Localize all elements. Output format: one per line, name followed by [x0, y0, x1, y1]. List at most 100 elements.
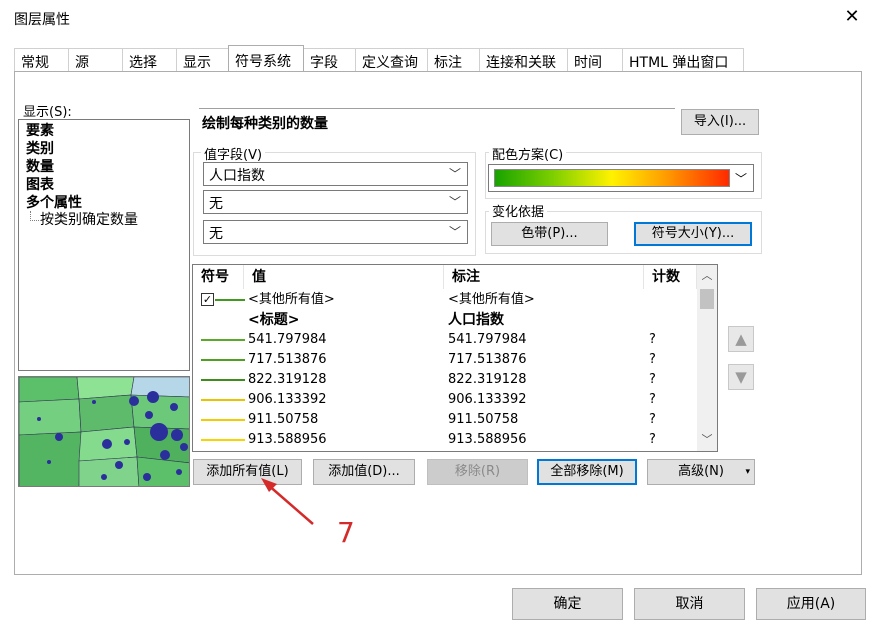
cell-count: ? — [649, 352, 656, 367]
tab-symbology[interactable]: 符号系统 — [228, 45, 304, 71]
window-title: 图层属性 — [14, 12, 70, 28]
cell-label: 906.133392 — [448, 392, 527, 407]
cell-label: 541.797984 — [448, 332, 527, 347]
cell-value: <标题> — [248, 312, 300, 328]
row-checkbox[interactable]: ✓ — [201, 293, 214, 306]
map-preview-image — [18, 376, 190, 487]
cell-label: 911.50758 — [448, 412, 519, 427]
third-field-select[interactable]: 无 ﹀ — [203, 220, 468, 244]
cell-value: 541.797984 — [248, 332, 327, 347]
normalization-select[interactable]: 无 ﹀ — [203, 190, 468, 214]
color-ramp-swatch — [494, 169, 730, 187]
color-band-button[interactable]: 色带(P)... — [491, 222, 608, 246]
symbol-line-swatch[interactable] — [201, 439, 245, 441]
cell-label: 人口指数 — [448, 312, 504, 328]
tab-display[interactable]: 显示 — [176, 48, 229, 71]
annotation-number: 7 — [337, 516, 355, 549]
remove-all-button[interactable]: 全部移除(M) — [537, 459, 637, 485]
description-text: 绘制每种类别的数量 — [199, 108, 675, 134]
normalization-select-value: 无 — [209, 196, 223, 212]
table-row[interactable]: 717.513876 717.513876? — [193, 350, 697, 370]
move-up-icon[interactable]: ▲ — [728, 326, 754, 352]
value-field-select[interactable]: 人口指数 ﹀ — [203, 162, 468, 186]
cell-label: 717.513876 — [448, 352, 527, 367]
symbol-size-button[interactable]: 符号大小(Y)... — [634, 222, 752, 246]
cell-count: ? — [649, 412, 656, 427]
cell-count: ? — [649, 372, 656, 387]
move-down-icon[interactable]: ▼ — [728, 364, 754, 390]
tree-item-categories[interactable]: 类别 — [26, 140, 182, 158]
add-values-button[interactable]: 添加值(D)... — [313, 459, 415, 485]
cell-value: 913.588956 — [248, 432, 327, 447]
scroll-thumb[interactable] — [700, 289, 714, 309]
symbol-table[interactable]: 符号 值 标注 计数 ✓ <其他所有值> <其他所有值> <标题> 人口指数 541.79… — [192, 264, 718, 452]
close-icon[interactable]: ✕ — [841, 6, 863, 28]
symbol-line-swatch[interactable] — [201, 339, 245, 341]
table-row[interactable]: 911.50758 911.50758? — [193, 410, 697, 430]
import-button[interactable]: 导入(I)... — [681, 109, 759, 135]
scroll-down-icon[interactable]: ﹀ — [697, 431, 717, 449]
tree-item-quantities[interactable]: 数量 — [26, 158, 182, 176]
variation-label: 变化依据 — [489, 201, 548, 220]
table-row[interactable]: 913.588956 913.588956? — [193, 430, 697, 450]
symbol-line-swatch[interactable] — [201, 379, 245, 381]
color-scheme-label: 配色方案(C) — [489, 144, 567, 163]
table-row[interactable]: <标题> 人口指数 — [193, 310, 697, 330]
third-field-select-value: 无 — [209, 226, 223, 242]
tree-item-quantity-by-category[interactable]: 按类别确定数量 — [26, 211, 182, 229]
scroll-up-icon[interactable]: ︿ — [697, 267, 717, 285]
tab-definition-query[interactable]: 定义查询 — [355, 48, 428, 71]
tab-labels[interactable]: 标注 — [427, 48, 480, 71]
tab-general[interactable]: 常规 — [14, 48, 69, 71]
color-ramp-select[interactable]: ﹀ — [488, 164, 754, 192]
tree-item-multiple-attributes[interactable]: 多个属性 — [26, 194, 182, 212]
chevron-down-icon: ﹀ — [448, 225, 461, 239]
cancel-button[interactable]: 取消 — [634, 588, 745, 620]
symbol-line-swatch[interactable] — [201, 419, 245, 421]
advanced-button-label: 高级(N) — [678, 464, 724, 479]
remove-button[interactable]: 移除(R) — [427, 459, 528, 485]
col-header-count[interactable]: 计数 — [644, 265, 697, 289]
table-scrollbar[interactable]: ︿ ﹀ — [697, 265, 717, 451]
value-field-label: 值字段(V) — [201, 144, 266, 163]
cell-value: 717.513876 — [248, 352, 327, 367]
col-header-symbol[interactable]: 符号 — [193, 265, 244, 289]
value-field-select-value: 人口指数 — [209, 168, 265, 184]
cell-count: ? — [649, 432, 656, 447]
table-row[interactable]: 541.797984 541.797984? — [193, 330, 697, 350]
cell-value: 906.133392 — [248, 392, 327, 407]
show-label: 显示(S): — [23, 105, 72, 120]
tab-selection[interactable]: 选择 — [122, 48, 177, 71]
table-row[interactable]: 822.319128 822.319128? — [193, 370, 697, 390]
cell-label: 822.319128 — [448, 372, 527, 387]
cell-label: <其他所有值> — [448, 292, 535, 307]
tab-joins-relates[interactable]: 连接和关联 — [479, 48, 568, 71]
col-header-label[interactable]: 标注 — [444, 265, 644, 289]
chevron-down-icon: ﹀ — [734, 172, 747, 186]
apply-button[interactable]: 应用(A) — [756, 588, 866, 620]
table-row[interactable]: ✓ <其他所有值> <其他所有值> — [193, 290, 697, 310]
cell-label: 913.588956 — [448, 432, 527, 447]
tree-item-charts[interactable]: 图表 — [26, 176, 182, 194]
tab-fields[interactable]: 字段 — [303, 48, 356, 71]
advanced-button[interactable]: 高级(N) ▾ — [647, 459, 755, 485]
tab-source[interactable]: 源 — [68, 48, 123, 71]
tab-html-popup[interactable]: HTML 弹出窗口 — [622, 48, 744, 71]
table-row[interactable]: 906.133392 906.133392? — [193, 390, 697, 410]
chevron-down-icon: ﹀ — [448, 195, 461, 209]
symbol-line-swatch[interactable] — [201, 399, 245, 401]
annotation-arrow-icon — [261, 478, 314, 525]
col-header-value[interactable]: 值 — [244, 265, 444, 289]
dropdown-arrow-icon: ▾ — [745, 467, 750, 477]
ok-button[interactable]: 确定 — [512, 588, 623, 620]
tab-bar: 常规 源 选择 显示 符号系统 字段 定义查询 标注 连接和关联 时间 HTML… — [14, 45, 744, 71]
cell-value: <其他所有值> — [248, 292, 335, 307]
tree-item-features[interactable]: 要素 — [26, 122, 182, 140]
tab-time[interactable]: 时间 — [567, 48, 623, 71]
cell-count: ? — [649, 332, 656, 347]
symbol-line-swatch[interactable] — [215, 299, 245, 301]
show-tree[interactable]: 要素 类别 数量 图表 多个属性 按类别确定数量 — [18, 119, 190, 371]
symbol-line-swatch[interactable] — [201, 359, 245, 361]
cell-value: 911.50758 — [248, 412, 319, 427]
cell-count: ? — [649, 392, 656, 407]
